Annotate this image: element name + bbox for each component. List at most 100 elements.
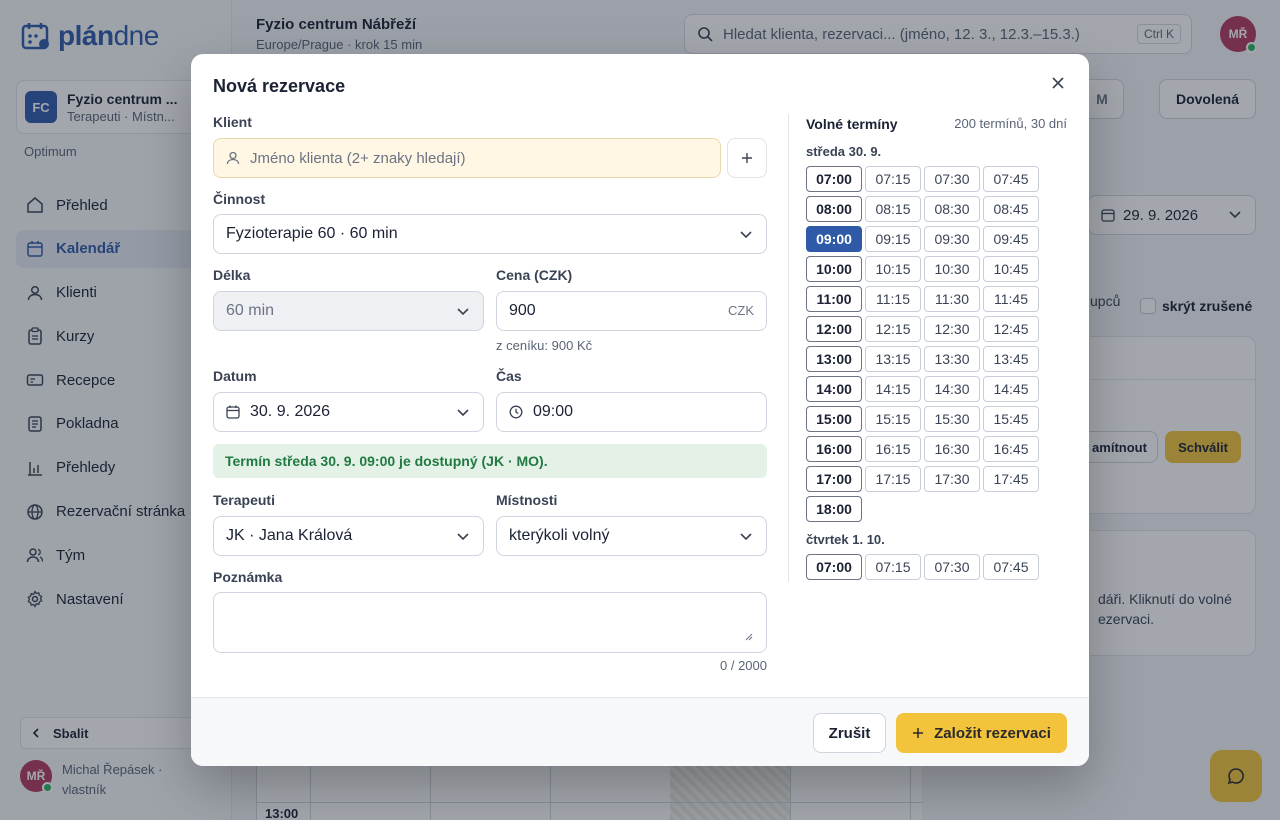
time-slot-button[interactable]: 10:15 bbox=[865, 256, 921, 282]
time-slot-button[interactable]: 18:00 bbox=[806, 496, 862, 522]
time-slot-button[interactable]: 07:00 bbox=[806, 554, 862, 580]
cancel-button[interactable]: Zrušit bbox=[813, 713, 886, 753]
column-divider bbox=[788, 114, 789, 582]
chevron-down-icon bbox=[457, 533, 469, 541]
duration-select[interactable]: 60 min bbox=[213, 291, 484, 331]
time-slot-button[interactable]: 12:15 bbox=[865, 316, 921, 342]
room-select[interactable]: kterýkoli volný bbox=[496, 516, 767, 556]
time-slot-button[interactable]: 08:30 bbox=[924, 196, 980, 222]
price-label: Cena (CZK) bbox=[496, 267, 573, 283]
time-slot-button[interactable]: 11:30 bbox=[924, 286, 980, 312]
time-input[interactable]: 09:00 bbox=[496, 392, 767, 432]
clock-icon bbox=[509, 405, 523, 419]
create-label: Založit rezervaci bbox=[934, 724, 1051, 742]
time-slot-button[interactable]: 17:00 bbox=[806, 466, 862, 492]
slots-summary: 200 termínů, 30 dní bbox=[954, 116, 1067, 131]
time-slot-button[interactable]: 17:15 bbox=[865, 466, 921, 492]
time-slot-button[interactable]: 10:00 bbox=[806, 256, 862, 282]
time-slot-button[interactable]: 12:45 bbox=[983, 316, 1039, 342]
date-value: 30. 9. 2026 bbox=[250, 403, 331, 420]
time-slot-button[interactable]: 14:45 bbox=[983, 376, 1039, 402]
therapist-value: JK · Jana Králová bbox=[226, 527, 353, 544]
time-slot-button[interactable]: 15:15 bbox=[865, 406, 921, 432]
time-slot-button[interactable]: 14:15 bbox=[865, 376, 921, 402]
time-slot-button[interactable]: 09:00 bbox=[806, 226, 862, 252]
chevron-down-icon bbox=[740, 533, 752, 541]
time-slot-button[interactable]: 07:30 bbox=[924, 554, 980, 580]
resize-handle-icon[interactable] bbox=[745, 633, 753, 641]
time-slot-button[interactable]: 14:00 bbox=[806, 376, 862, 402]
add-client-button[interactable] bbox=[727, 138, 767, 178]
time-slot-button[interactable]: 13:30 bbox=[924, 346, 980, 372]
chevron-down-icon bbox=[740, 231, 752, 239]
price-unit: CZK bbox=[728, 303, 754, 318]
calendar-icon bbox=[226, 405, 240, 419]
dialog-title: Nová rezervace bbox=[213, 76, 346, 96]
time-slot-button[interactable]: 17:30 bbox=[924, 466, 980, 492]
availability-message: Termín středa 30. 9. 09:00 je dostupný (… bbox=[213, 444, 767, 478]
activity-value: Fyzioterapie 60 · 60 min bbox=[226, 225, 398, 242]
slot-day-label: středa 30. 9. bbox=[806, 144, 882, 159]
time-slot-button[interactable]: 07:45 bbox=[983, 554, 1039, 580]
time-slot-button[interactable]: 11:00 bbox=[806, 286, 862, 312]
time-slot-button[interactable]: 08:15 bbox=[865, 196, 921, 222]
note-char-counter: 0 / 2000 bbox=[720, 658, 767, 673]
time-slot-button[interactable]: 07:15 bbox=[865, 554, 921, 580]
time-slot-button[interactable]: 12:30 bbox=[924, 316, 980, 342]
time-slot-button[interactable]: 16:45 bbox=[983, 436, 1039, 462]
time-slot-button[interactable]: 09:15 bbox=[865, 226, 921, 252]
time-slot-button[interactable]: 13:15 bbox=[865, 346, 921, 372]
date-picker[interactable]: 30. 9. 2026 bbox=[213, 392, 484, 432]
chevron-down-icon bbox=[457, 308, 469, 316]
time-slot-button[interactable]: 07:30 bbox=[924, 166, 980, 192]
slots-title: Volné termíny bbox=[806, 116, 898, 132]
time-slot-button[interactable]: 14:30 bbox=[924, 376, 980, 402]
time-slot-button[interactable]: 13:45 bbox=[983, 346, 1039, 372]
time-slot-button[interactable]: 08:00 bbox=[806, 196, 862, 222]
plus-icon bbox=[913, 728, 924, 738]
date-label: Datum bbox=[213, 368, 257, 384]
activity-select[interactable]: Fyzioterapie 60 · 60 min bbox=[213, 214, 767, 254]
time-slot-button[interactable]: 10:30 bbox=[924, 256, 980, 282]
user-icon bbox=[226, 151, 240, 165]
therapists-label: Terapeuti bbox=[213, 492, 275, 508]
client-placeholder: Jméno klienta (2+ znaky hledají) bbox=[250, 149, 466, 167]
time-slot-button[interactable]: 17:45 bbox=[983, 466, 1039, 492]
time-slot-button[interactable]: 12:00 bbox=[806, 316, 862, 342]
client-label: Klient bbox=[213, 114, 252, 130]
therapist-select[interactable]: JK · Jana Králová bbox=[213, 516, 484, 556]
time-slot-button[interactable]: 15:30 bbox=[924, 406, 980, 432]
activity-label: Činnost bbox=[213, 191, 266, 207]
time-slot-button[interactable]: 09:45 bbox=[983, 226, 1039, 252]
client-search-input[interactable]: Jméno klienta (2+ znaky hledají) bbox=[213, 138, 721, 178]
duration-value: 60 min bbox=[226, 302, 275, 319]
price-input[interactable]: 900 CZK bbox=[496, 291, 767, 331]
time-slot-button[interactable]: 08:45 bbox=[983, 196, 1039, 222]
rooms-label: Místnosti bbox=[496, 492, 558, 508]
time-slot-button[interactable]: 10:45 bbox=[983, 256, 1039, 282]
note-textarea[interactable] bbox=[213, 592, 767, 653]
time-slot-button[interactable]: 13:00 bbox=[806, 346, 862, 372]
price-value: 900 bbox=[509, 302, 536, 319]
duration-label: Délka bbox=[213, 267, 251, 283]
time-slot-button[interactable]: 16:30 bbox=[924, 436, 980, 462]
close-button[interactable] bbox=[1047, 72, 1069, 94]
new-reservation-dialog: Nová rezervace Klient Jméno klienta (2+ … bbox=[191, 54, 1089, 766]
room-value: kterýkoli volný bbox=[509, 527, 610, 544]
time-slot-button[interactable]: 11:15 bbox=[865, 286, 921, 312]
time-slot-button[interactable]: 07:15 bbox=[865, 166, 921, 192]
create-reservation-button[interactable]: Založit rezervaci bbox=[896, 713, 1067, 753]
time-slot-button[interactable]: 09:30 bbox=[924, 226, 980, 252]
time-value: 09:00 bbox=[533, 403, 574, 420]
time-slot-button[interactable]: 07:00 bbox=[806, 166, 862, 192]
time-slot-button[interactable]: 15:45 bbox=[983, 406, 1039, 432]
dialog-footer: Zrušit Založit rezervaci bbox=[191, 697, 1089, 766]
time-slot-button[interactable]: 16:00 bbox=[806, 436, 862, 462]
time-slot-button[interactable]: 11:45 bbox=[983, 286, 1039, 312]
note-label: Poznámka bbox=[213, 569, 283, 585]
time-slot-button[interactable]: 16:15 bbox=[865, 436, 921, 462]
time-label: Čas bbox=[496, 368, 522, 384]
time-slot-button[interactable]: 15:00 bbox=[806, 406, 862, 432]
price-hint: z ceníku: 900 Kč bbox=[496, 338, 593, 353]
time-slot-button[interactable]: 07:45 bbox=[983, 166, 1039, 192]
